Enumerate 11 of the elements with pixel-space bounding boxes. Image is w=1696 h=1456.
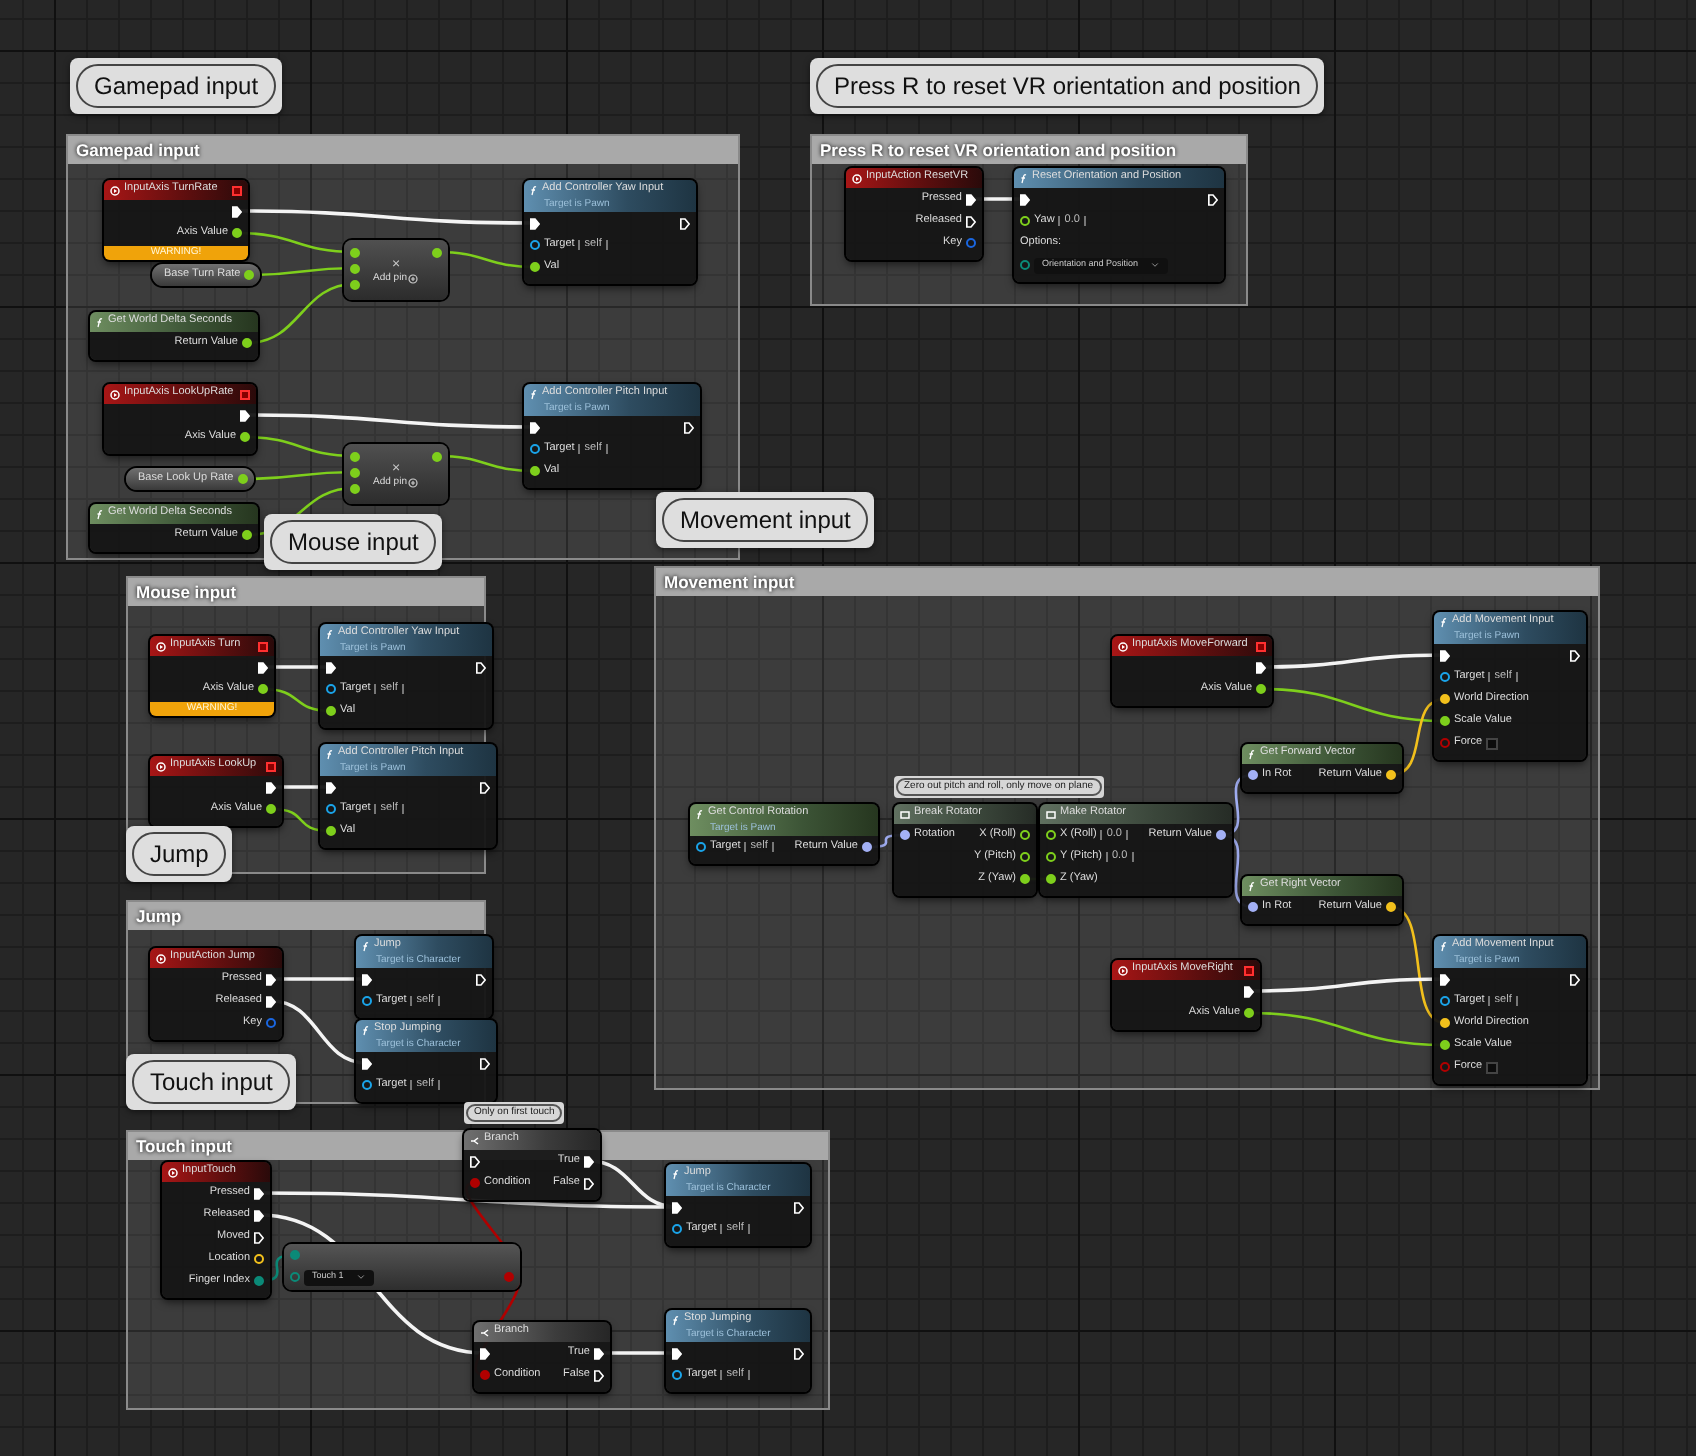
comment-text: Gamepad input [76, 64, 277, 108]
comment-header: Press R to reset VR orientation and position [812, 136, 1246, 164]
comment-header: Jump [128, 902, 484, 930]
comment-text: Movement input [662, 498, 869, 542]
comment-text: Jump [132, 832, 227, 876]
comment-text: Touch input [132, 1060, 291, 1104]
comment-header: Movement input [656, 568, 1598, 596]
comment-header: Mouse input [128, 578, 484, 606]
comment-text: Mouse input [270, 520, 437, 564]
comment-header: Gamepad input [68, 136, 738, 164]
comment-text: Press R to reset VR orientation and position [816, 64, 1319, 108]
